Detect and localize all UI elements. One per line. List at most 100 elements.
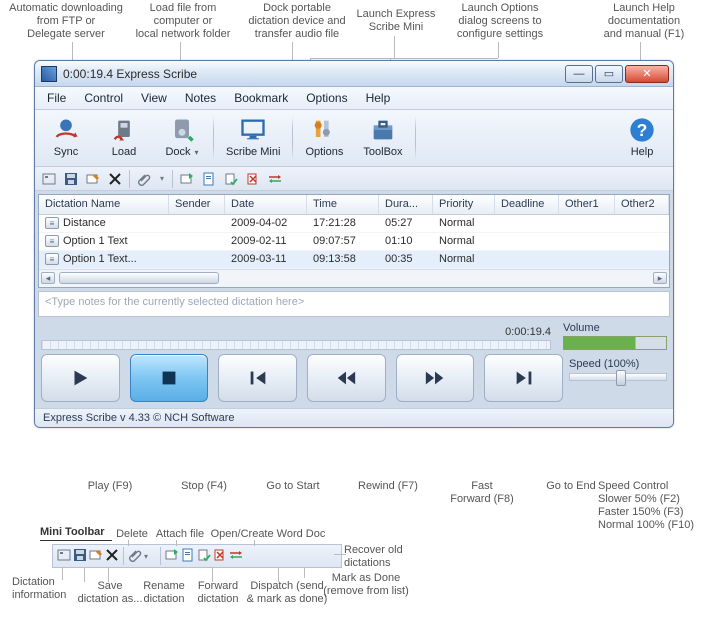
dock-button[interactable]: Dock▾ <box>153 114 211 162</box>
toolbox-button[interactable]: ToolBox <box>353 114 412 162</box>
dispatch-button[interactable] <box>197 548 211 565</box>
svg-text:?: ? <box>637 120 648 140</box>
options-button[interactable]: Options <box>295 114 353 162</box>
callout-attach: Attach file <box>152 528 208 541</box>
rename-button[interactable] <box>89 548 103 565</box>
volume-slider[interactable] <box>563 336 667 350</box>
dictation-icon: ≡ <box>45 253 59 265</box>
menu-control[interactable]: Control <box>76 89 131 107</box>
col-deadline[interactable]: Deadline <box>495 195 559 214</box>
options-icon <box>310 116 338 144</box>
callout-done: Mark as Done(remove from list) <box>316 572 416 598</box>
load-button[interactable]: Load <box>95 114 153 162</box>
stop-button[interactable] <box>130 354 209 402</box>
fast-forward-button[interactable] <box>396 354 475 402</box>
notes-field[interactable]: <Type notes for the currently selected d… <box>38 291 670 317</box>
table-row[interactable]: ≡Option 1 Text... 2009-03-11 09:13:58 00… <box>39 251 669 269</box>
delete-button[interactable] <box>105 169 125 189</box>
dictation-table: Dictation Name Sender Date Time Dura... … <box>38 194 670 288</box>
mini-toolbar-legend: ▾ <box>52 544 342 568</box>
col-date[interactable]: Date <box>225 195 307 214</box>
col-other1[interactable]: Other1 <box>559 195 615 214</box>
attach-dropdown[interactable]: ▾ <box>144 550 156 562</box>
menu-notes[interactable]: Notes <box>177 89 224 107</box>
attach-button[interactable] <box>134 169 154 189</box>
callout-ff: FastForward (F8) <box>442 480 522 506</box>
col-duration[interactable]: Dura... <box>379 195 433 214</box>
callout-play: Play (F9) <box>80 480 140 493</box>
callout-options: Launch Optionsdialog screens toconfigure… <box>442 2 558 41</box>
open-doc-button[interactable] <box>199 169 219 189</box>
menu-options[interactable]: Options <box>298 89 355 107</box>
info-button[interactable] <box>39 169 59 189</box>
recover-button[interactable] <box>229 548 243 565</box>
go-start-button[interactable] <box>218 354 297 402</box>
menu-view[interactable]: View <box>133 89 175 107</box>
col-name[interactable]: Dictation Name <box>39 195 169 214</box>
menu-bookmark[interactable]: Bookmark <box>226 89 296 107</box>
rewind-button[interactable] <box>307 354 386 402</box>
col-sender[interactable]: Sender <box>169 195 225 214</box>
col-priority[interactable]: Priority <box>433 195 495 214</box>
done-button[interactable] <box>243 169 263 189</box>
info-button[interactable] <box>57 548 71 565</box>
recover-button[interactable] <box>265 169 285 189</box>
sync-icon <box>52 116 80 144</box>
scroll-left-icon[interactable]: ◂ <box>41 272 55 284</box>
done-button[interactable] <box>213 548 227 565</box>
callout-dock: Dock portabledictation device andtransfe… <box>232 2 362 41</box>
minimize-button[interactable]: — <box>565 65 593 83</box>
save-button[interactable] <box>73 548 87 565</box>
statusbar: Express Scribe v 4.33 © NCH Software <box>35 408 673 427</box>
progress-row: 0:00:19.4 Volume <box>35 320 673 354</box>
callout-load: Load file fromcomputer orlocal network f… <box>128 2 238 41</box>
scroll-right-icon[interactable]: ▸ <box>653 272 667 284</box>
dictation-icon: ≡ <box>45 217 59 229</box>
table-row[interactable]: ≡Distance 2009-04-02 17:21:28 05:27 Norm… <box>39 215 669 233</box>
callout-mini: Launch ExpressScribe Mini <box>346 8 446 34</box>
dispatch-button[interactable] <box>221 169 241 189</box>
table-row[interactable]: ≡Option 1 Text 2009-02-11 09:07:57 01:10… <box>39 233 669 251</box>
dictation-icon: ≡ <box>45 235 59 247</box>
delete-button[interactable] <box>105 548 119 565</box>
table-body: ≡Distance 2009-04-02 17:21:28 05:27 Norm… <box>39 215 669 269</box>
timeline[interactable]: 0:00:19.4 <box>41 340 551 350</box>
forward-button[interactable] <box>177 169 197 189</box>
maximize-button[interactable]: ▭ <box>595 65 623 83</box>
callout-rename: Renamedictation <box>134 580 194 606</box>
menubar: File Control View Notes Bookmark Options… <box>35 87 673 110</box>
menu-help[interactable]: Help <box>358 89 399 107</box>
time-display: 0:00:19.4 <box>505 326 551 338</box>
express-scribe-window: 0:00:19.4 Express Scribe — ▭ ✕ File Cont… <box>34 60 674 428</box>
help-button[interactable]: ? Help <box>613 114 671 162</box>
callout-doc: Open/Create Word Doc <box>208 528 328 541</box>
rename-button[interactable] <box>83 169 103 189</box>
scribe-mini-button[interactable]: Scribe Mini <box>216 114 290 162</box>
callout-save: Savedictation as... <box>72 580 148 606</box>
speed-thumb[interactable] <box>616 370 626 386</box>
callout-rewind: Rewind (F7) <box>348 480 428 493</box>
sync-button[interactable]: Sync <box>37 114 95 162</box>
close-button[interactable]: ✕ <box>625 65 669 83</box>
forward-button[interactable] <box>165 548 179 565</box>
speed-slider[interactable] <box>569 373 667 381</box>
col-time[interactable]: Time <box>307 195 379 214</box>
go-end-button[interactable] <box>484 354 563 402</box>
scroll-thumb[interactable] <box>59 272 219 284</box>
callout-forward: Forwarddictation <box>188 580 248 606</box>
menu-file[interactable]: File <box>39 89 74 107</box>
bottom-callouts: Play (F9) Stop (F4) Go to Start Rewind (… <box>0 472 708 632</box>
open-doc-button[interactable] <box>181 548 195 565</box>
callout-gostart: Go to Start <box>258 480 328 493</box>
titlebar[interactable]: 0:00:19.4 Express Scribe — ▭ ✕ <box>35 61 673 87</box>
load-icon <box>110 116 138 144</box>
save-button[interactable] <box>61 169 81 189</box>
attach-dropdown[interactable]: ▾ <box>156 169 168 189</box>
attach-button[interactable] <box>128 548 142 565</box>
mini-toolbar-header: Mini Toolbar <box>40 526 112 541</box>
monitor-icon <box>239 116 267 144</box>
col-other2[interactable]: Other2 <box>615 195 669 214</box>
horizontal-scrollbar[interactable]: ◂ ▸ <box>39 269 669 287</box>
callout-goend: Go to End <box>536 480 606 493</box>
play-button[interactable] <box>41 354 120 402</box>
